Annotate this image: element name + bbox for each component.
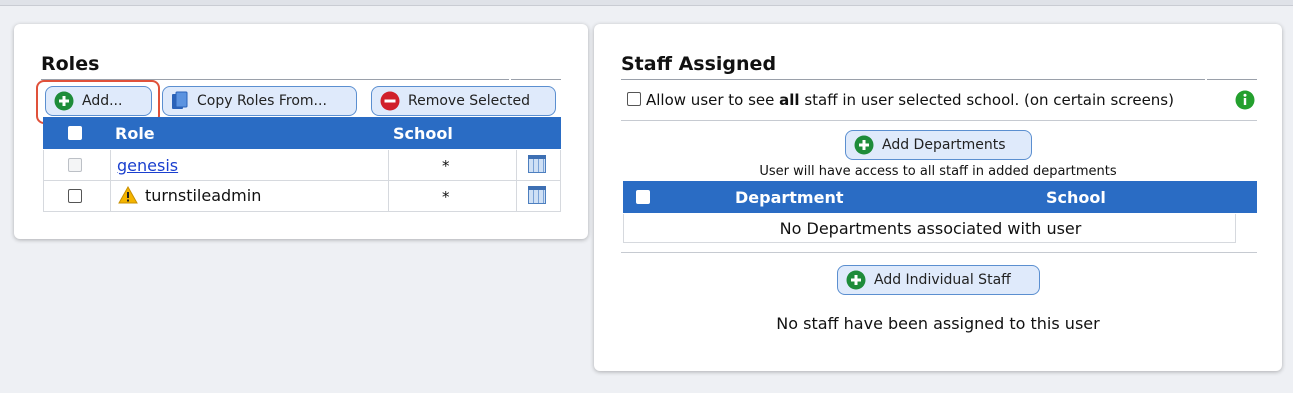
- add-departments-button[interactable]: Add Departments: [845, 130, 1032, 160]
- plus-circle-icon: [854, 135, 874, 155]
- no-departments-message: No Departments associated with user: [779, 219, 1082, 238]
- add-individual-staff-button[interactable]: Add Individual Staff: [837, 265, 1040, 295]
- school-value: *: [442, 157, 450, 175]
- calendar-icon[interactable]: [528, 155, 546, 173]
- school-value: *: [442, 188, 450, 206]
- allow-label-bold: all: [779, 91, 800, 109]
- department-column-header: Department: [735, 188, 844, 207]
- role-name-turnstileadmin: turnstileadmin: [145, 186, 262, 205]
- calendar-icon[interactable]: [528, 186, 546, 204]
- remove-selected-label: Remove Selected: [408, 93, 530, 109]
- row-checkbox[interactable]: [68, 158, 82, 172]
- add-role-button[interactable]: Add...: [45, 86, 152, 116]
- allow-label-suffix: staff in user selected school. (on certa…: [799, 91, 1174, 109]
- roles-title-rule-right: [511, 79, 561, 80]
- staff-title-rule-right: [1207, 79, 1257, 80]
- top-bar: [0, 0, 1293, 6]
- table-row: turnstileadmin *: [43, 181, 561, 212]
- row-checkbox[interactable]: [68, 189, 82, 203]
- warning-icon: [118, 185, 138, 208]
- roles-table-header: Role School: [43, 117, 561, 149]
- add-departments-label: Add Departments: [882, 137, 1006, 153]
- select-all-departments-checkbox[interactable]: [636, 190, 650, 204]
- plus-circle-icon: [54, 91, 74, 111]
- copy-icon: [171, 91, 189, 111]
- minus-circle-icon: [380, 91, 400, 111]
- school-column-header: School: [393, 124, 453, 143]
- staff-assigned-panel: Staff Assigned Allow user to see all sta…: [594, 24, 1282, 371]
- add-individual-staff-label: Add Individual Staff: [874, 272, 1011, 288]
- role-link-genesis[interactable]: genesis: [117, 156, 178, 175]
- staff-title: Staff Assigned: [621, 53, 777, 75]
- plus-circle-icon: [846, 270, 866, 290]
- roles-panel: Roles Add... Copy Roles From... Remove S…: [14, 24, 588, 239]
- allow-all-staff-checkbox[interactable]: [627, 92, 641, 106]
- allow-rule: [621, 120, 1257, 121]
- departments-rule: [621, 252, 1257, 253]
- no-staff-message: No staff have been assigned to this user: [776, 314, 1100, 333]
- allow-label-prefix: Allow user to see: [646, 91, 780, 109]
- info-icon[interactable]: [1235, 90, 1255, 114]
- dept-school-column-header: School: [1046, 188, 1106, 207]
- add-role-label: Add...: [82, 93, 123, 109]
- roles-title: Roles: [41, 53, 100, 75]
- copy-roles-button[interactable]: Copy Roles From...: [162, 86, 357, 116]
- role-column-header: Role: [115, 124, 155, 143]
- table-row: genesis *: [43, 150, 561, 181]
- copy-roles-label: Copy Roles From...: [197, 93, 327, 109]
- departments-empty-row: No Departments associated with user: [623, 214, 1236, 243]
- staff-title-rule: [621, 79, 1205, 80]
- departments-note: User will have access to all staff in ad…: [759, 164, 1117, 179]
- departments-table-header: Department School: [623, 181, 1257, 213]
- allow-all-staff-label: Allow user to see all staff in user sele…: [646, 91, 1174, 109]
- select-all-roles-checkbox[interactable]: [68, 126, 82, 140]
- remove-selected-button[interactable]: Remove Selected: [371, 86, 556, 116]
